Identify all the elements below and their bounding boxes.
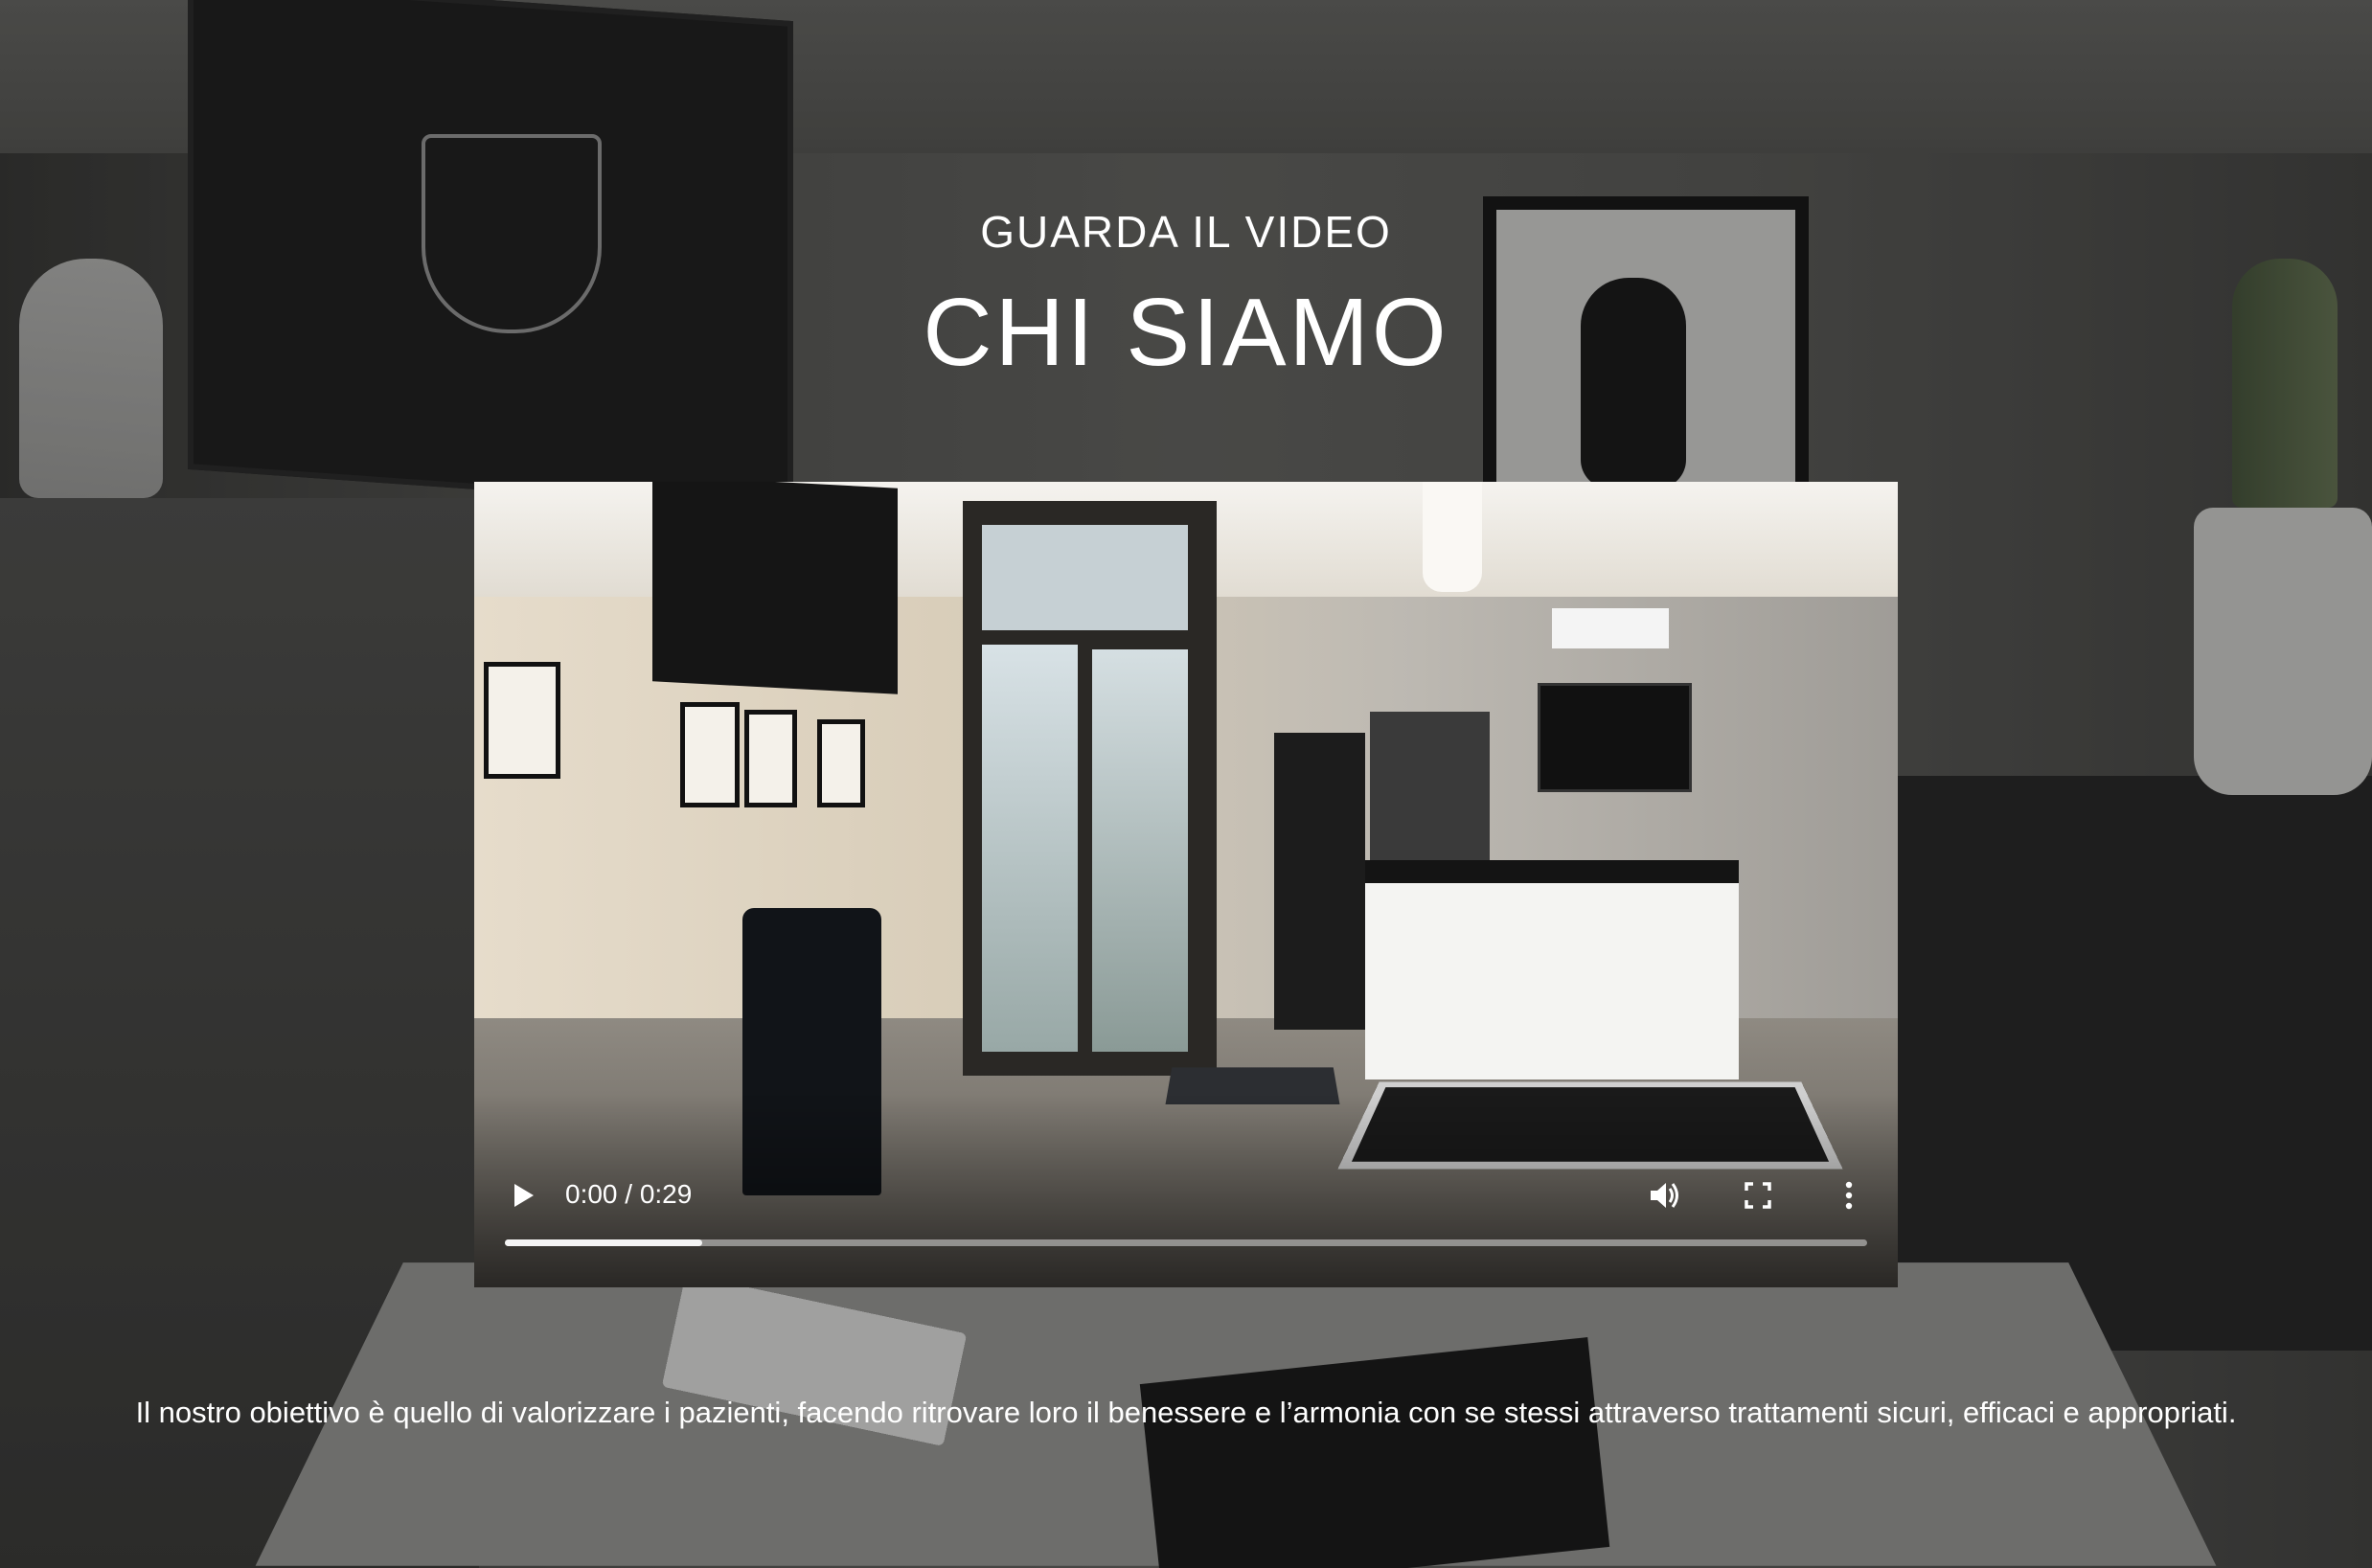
time-display: 0:00 / 0:29 bbox=[565, 1179, 693, 1209]
video-player[interactable]: 0:00 / 0:29 bbox=[474, 482, 1898, 1287]
fullscreen-button[interactable] bbox=[1739, 1176, 1777, 1215]
play-button[interactable] bbox=[503, 1176, 541, 1215]
volume-button[interactable] bbox=[1645, 1176, 1683, 1215]
fullscreen-icon bbox=[1745, 1182, 1771, 1209]
section-title: CHI SIAMO bbox=[923, 279, 1449, 386]
more-options-icon bbox=[1845, 1181, 1853, 1210]
section-subtitle: GUARDA IL VIDEO bbox=[980, 207, 1392, 257]
volume-icon bbox=[1651, 1183, 1678, 1208]
video-controls: 0:00 / 0:29 bbox=[474, 482, 1898, 1287]
more-options-button[interactable] bbox=[1830, 1176, 1868, 1215]
play-icon bbox=[514, 1184, 534, 1207]
description-text: Il nostro obiettivo è quello di valorizz… bbox=[135, 1396, 2237, 1429]
progress-buffered bbox=[505, 1239, 703, 1246]
progress-bar[interactable] bbox=[505, 1239, 1867, 1246]
